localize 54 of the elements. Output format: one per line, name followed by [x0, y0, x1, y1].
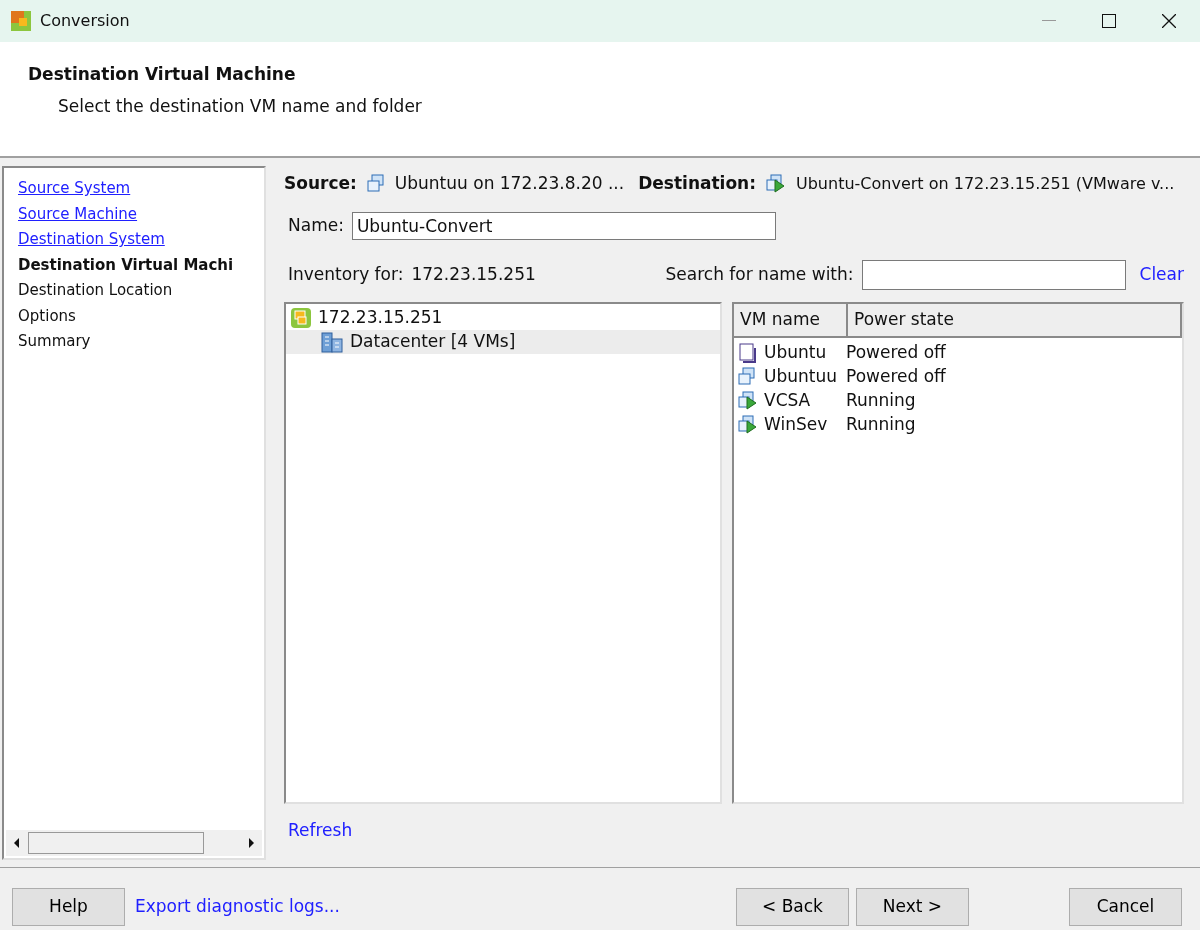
play-windows-icon: [738, 391, 758, 411]
vm-name-cell-text: Ubuntuu: [764, 365, 838, 389]
document-icon: [738, 343, 756, 363]
clear-link[interactable]: Clear: [1139, 262, 1184, 288]
tree-label: Datacenter [4 VMs]: [350, 330, 516, 354]
destination-label: Destination:: [638, 172, 756, 196]
help-button[interactable]: Help: [12, 888, 125, 926]
power-state-cell-text: Powered off: [846, 365, 946, 389]
stacked-windows-icon: [738, 367, 756, 387]
power-state-cell-text: Running: [846, 413, 916, 437]
source-value: Ubuntuu on 172.23.8.20 ...: [394, 172, 625, 196]
play-windows-icon: [766, 174, 786, 194]
name-input[interactable]: Ubuntu-Convert: [351, 212, 776, 240]
scroll-thumb[interactable]: [28, 832, 204, 854]
step-link[interactable]: Destination Virtual Machi: [18, 252, 234, 278]
tree-item[interactable]: Datacenter [4 VMs]: [286, 330, 720, 354]
page-subtitle: Select the destination VM name and folder: [57, 94, 423, 118]
source-label: Source:: [284, 172, 357, 196]
search-label: Search for name with:: [665, 263, 854, 287]
page-title: Destination Virtual Machine: [28, 63, 297, 86]
maximize-icon[interactable]: [1102, 14, 1116, 28]
step-link[interactable]: Source Machine: [18, 201, 138, 227]
host-icon: [290, 307, 312, 329]
inventory-label: Inventory for:: [288, 263, 404, 287]
play-windows-icon: [738, 415, 758, 435]
building-icon: [320, 331, 344, 353]
inventory-host: 172.23.15.251: [411, 263, 536, 287]
step-link[interactable]: Options: [18, 303, 76, 329]
app-icon: [10, 10, 32, 32]
step-link[interactable]: Source System: [18, 176, 131, 202]
column-header[interactable]: VM name: [734, 304, 848, 336]
search-input[interactable]: [861, 260, 1126, 290]
tree-label: 172.23.15.251: [318, 306, 443, 330]
back-button[interactable]: < Back: [736, 888, 849, 926]
destination-value: Ubuntu-Convert on 172.23.15.251 (VMware v...: [796, 173, 1175, 195]
vm-name-cell-text: VCSA: [764, 389, 812, 413]
refresh-link[interactable]: Refresh: [288, 820, 353, 840]
next-button[interactable]: Next >: [856, 888, 969, 926]
power-state-cell-text: Powered off: [846, 341, 946, 365]
cancel-button[interactable]: Cancel: [1069, 888, 1182, 926]
window-title: Conversion: [40, 10, 130, 32]
name-label: Name:: [288, 214, 344, 238]
horizontal-scrollbar[interactable]: [6, 830, 262, 856]
close-icon[interactable]: [1162, 14, 1176, 28]
power-state-cell-text: Running: [846, 389, 916, 413]
vm-name-cell-text: Ubuntu: [764, 341, 828, 365]
tree-item[interactable]: 172.23.15.251: [286, 306, 720, 330]
export-logs-link[interactable]: Export diagnostic logs...: [135, 894, 340, 920]
column-header[interactable]: Power state: [848, 304, 1182, 336]
step-link[interactable]: Destination System: [18, 227, 165, 253]
step-link[interactable]: Destination Location: [18, 278, 173, 304]
stacked-windows-icon: [366, 174, 385, 194]
step-link[interactable]: Summary: [18, 329, 91, 355]
vm-name-cell-text: WinSev: [764, 413, 829, 437]
